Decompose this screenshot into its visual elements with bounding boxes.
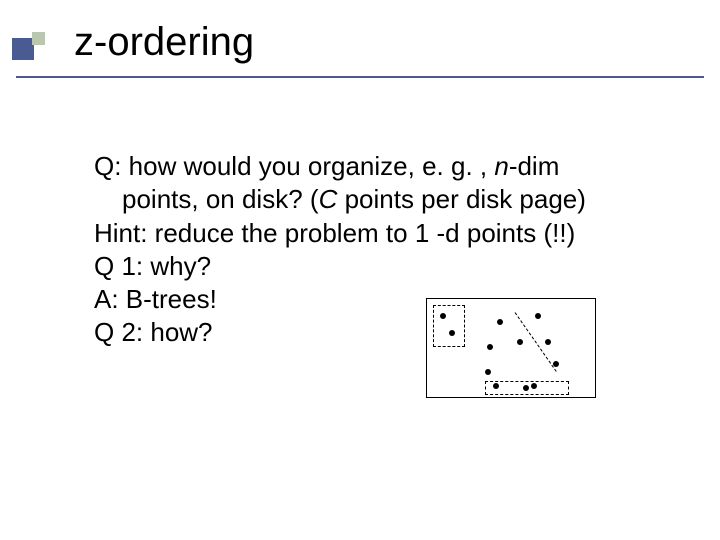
data-point bbox=[485, 369, 491, 375]
text-dim: -dim bbox=[509, 151, 560, 181]
text-points-prefix: points, on disk? ( bbox=[122, 184, 319, 214]
data-point bbox=[493, 383, 499, 389]
data-point bbox=[517, 339, 523, 345]
text-points-suffix: points per disk page) bbox=[345, 184, 586, 214]
slide: z-ordering Q: how would you organize, e.… bbox=[0, 0, 720, 540]
data-point bbox=[553, 361, 559, 367]
data-point bbox=[545, 339, 551, 345]
data-point bbox=[535, 313, 541, 319]
slide-title: z-ordering bbox=[74, 20, 254, 65]
dashed-region-left bbox=[433, 305, 465, 347]
data-point bbox=[531, 383, 537, 389]
text-q-prefix: Q: how would you organize, e. g. , bbox=[94, 151, 494, 181]
points-diagram bbox=[426, 298, 596, 398]
title-block: z-ordering bbox=[18, 20, 698, 80]
line-4: Q 1: why? bbox=[94, 250, 654, 283]
data-point bbox=[440, 313, 446, 319]
data-point bbox=[523, 385, 529, 391]
square-bullet-icon bbox=[18, 30, 52, 64]
line-3: Hint: reduce the problem to 1 -d points … bbox=[94, 217, 654, 250]
data-point bbox=[449, 330, 455, 336]
text-c-italic: C bbox=[319, 184, 345, 214]
title-underline bbox=[16, 76, 704, 78]
text-n-italic: n bbox=[494, 151, 508, 181]
data-point bbox=[497, 319, 503, 325]
line-1: Q: how would you organize, e. g. , n-dim bbox=[94, 150, 654, 183]
line-2: points, on disk? (C points per disk page… bbox=[94, 183, 654, 216]
data-point bbox=[487, 344, 493, 350]
